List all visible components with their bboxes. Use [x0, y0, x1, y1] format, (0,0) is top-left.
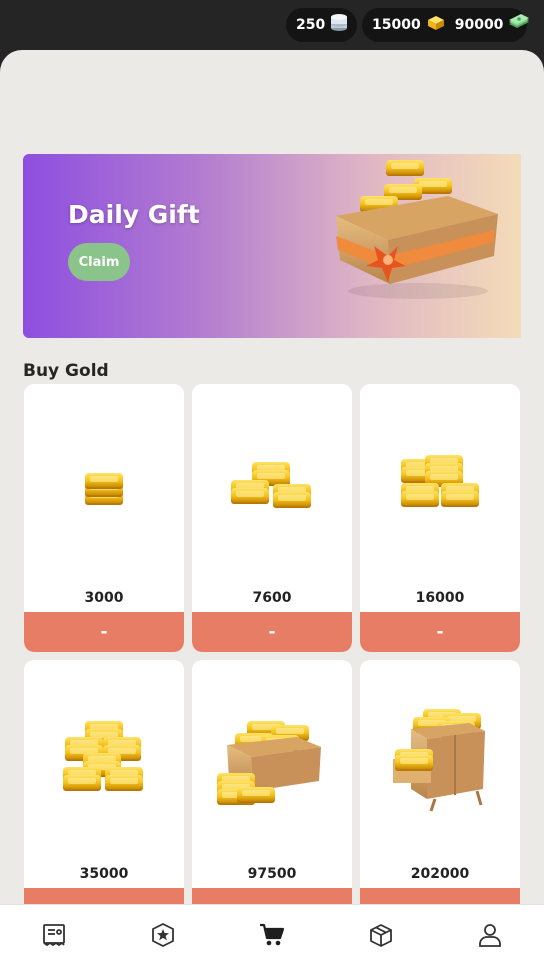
profile-icon [477, 922, 503, 952]
buy-gold-heading: Buy Gold [23, 361, 109, 381]
nav-item-packages[interactable] [351, 907, 411, 967]
silver-balance[interactable]: 250 [286, 8, 357, 42]
product-card-1[interactable]: 3000 - [24, 384, 184, 652]
bottom-navigation [0, 904, 544, 968]
product-card-2[interactable]: 7600 - [192, 384, 352, 652]
daily-gift-title: Daily Gift [68, 200, 200, 229]
gift-box-gold-icon [328, 156, 508, 310]
product-card-5[interactable]: 97500 - [192, 660, 352, 928]
buy-button[interactable]: - [192, 612, 352, 652]
buy-button[interactable]: - [24, 612, 184, 652]
gold-bar-icon [425, 14, 447, 36]
product-amount: 3000 [84, 590, 124, 606]
product-amount: 97500 [247, 866, 297, 882]
gold-bars-3-icon [192, 384, 352, 584]
gold-and-cash-balance[interactable]: 15000 90000 [362, 8, 530, 42]
product-card-4[interactable]: 35000 - [24, 660, 184, 928]
buy-button[interactable]: - [360, 612, 520, 652]
package-icon [368, 922, 394, 952]
product-amount: 7600 [252, 590, 292, 606]
cash-stack-icon [507, 14, 531, 36]
receipt-icon [41, 922, 67, 952]
claim-button[interactable]: Claim [68, 243, 130, 281]
gold-box-icon [192, 660, 352, 860]
nav-item-shop[interactable] [242, 907, 302, 967]
gold-bars-pile-icon [24, 660, 184, 860]
gold-bar-1-icon [24, 384, 184, 584]
gold-amount: 15000 [372, 17, 421, 33]
gold-bars-5-icon [360, 384, 520, 584]
nav-item-receipts[interactable] [24, 907, 84, 967]
product-card-6[interactable]: 202000 - [360, 660, 520, 928]
product-card-3[interactable]: 16000 - [360, 384, 520, 652]
top-bar: 250 15000 90000 [0, 0, 544, 50]
product-amount: 35000 [79, 866, 129, 882]
daily-gift-banner[interactable]: Daily Gift Claim [23, 154, 521, 338]
star-badge-icon [150, 922, 176, 952]
shop-sheet: Daily Gift Claim Buy Gold 3000 - 7600 - … [0, 50, 544, 968]
cart-icon [258, 921, 286, 953]
nav-item-rewards[interactable] [133, 907, 193, 967]
cash-amount: 90000 [454, 17, 504, 33]
nav-item-profile[interactable] [460, 907, 520, 967]
silver-amount: 250 [296, 17, 326, 33]
product-amount: 202000 [410, 866, 470, 882]
product-amount: 16000 [415, 590, 465, 606]
gold-cabinet-icon [360, 660, 520, 860]
silver-coin-icon [329, 14, 349, 36]
